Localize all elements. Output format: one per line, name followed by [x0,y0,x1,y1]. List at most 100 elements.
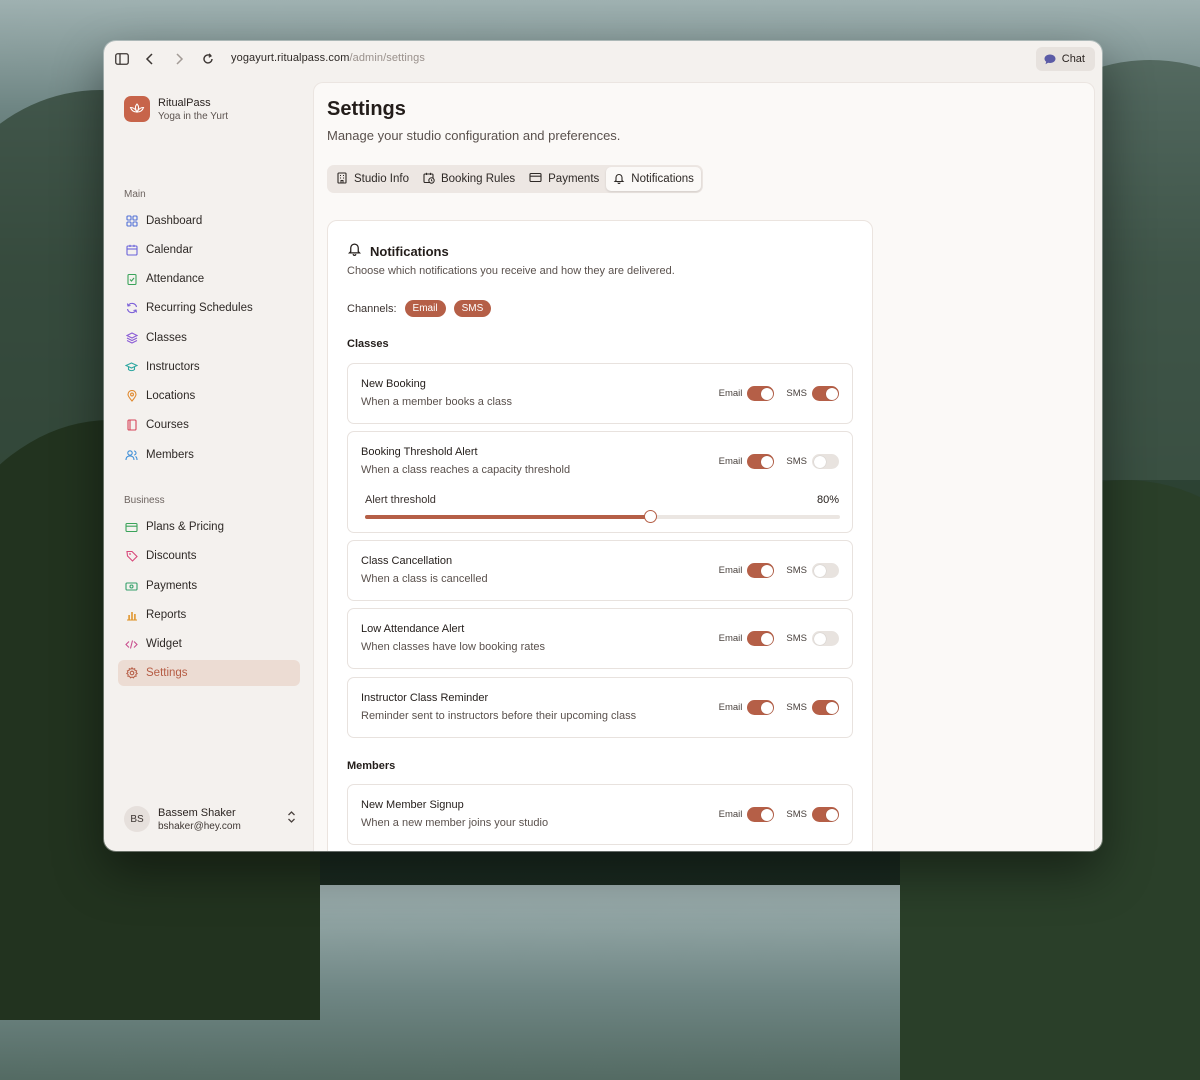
user-menu[interactable]: BS Bassem Shaker bshaker@hey.com [124,804,296,834]
section-label-business: Business [124,495,165,506]
sms-toggle[interactable] [812,563,839,578]
row-description: When a new member joins your studio [361,817,549,829]
sidebar-item-members[interactable]: Members [118,442,300,468]
chat-bubble-icon [1044,54,1056,64]
sidebar-toggle-icon[interactable] [113,50,131,68]
sidebar-item-courses[interactable]: Courses [118,412,300,438]
back-icon[interactable] [141,50,159,68]
notification-row-new-booking: New Booking When a member books a class … [347,363,853,424]
row-title: New Booking [361,378,426,390]
row-title: Booking Threshold Alert [361,446,478,458]
main-content: Settings Manage your studio configuratio… [313,82,1095,851]
tag-icon [125,550,138,563]
row-description: When classes have low booking rates [361,641,546,653]
email-toggle[interactable] [747,807,775,822]
clipboard-check-icon [125,273,138,286]
tab-label: Booking Rules [440,173,516,185]
banknote-icon [125,580,138,593]
channel-badge-sms[interactable]: SMS [453,300,492,317]
sidebar-item-discounts[interactable]: Discounts [118,543,300,569]
bar-chart-icon [125,609,138,622]
slider-thumb[interactable] [644,510,657,523]
row-title: Instructor Class Reminder [361,692,489,704]
card-title: Notifications [370,243,449,259]
tab-payments[interactable]: Payments [522,167,606,191]
users-icon [125,449,138,462]
row-description: When a member books a class [361,396,513,408]
notifications-card: Notifications Choose which notifications… [327,220,873,851]
credit-card-icon [125,521,138,534]
row-description: When a class is cancelled [361,573,488,585]
row-title: Low Attendance Alert [361,623,465,635]
email-label: Email [718,388,743,399]
brand[interactable]: RitualPass Yoga in the Yurt [124,96,228,122]
sidebar-item-instructors[interactable]: Instructors [118,354,300,380]
address-bar[interactable]: yogayurt.ritualpass.com/admin/settings [231,52,425,64]
gear-icon [125,667,138,680]
sms-label: SMS [786,388,807,399]
calendar-clock-icon [423,172,435,187]
tab-notifications[interactable]: Notifications [606,167,701,191]
sms-toggle[interactable] [812,386,839,401]
sidebar-item-reports[interactable]: Reports [118,602,300,628]
sidebar-item-label: Instructors [146,361,200,373]
sidebar-item-recurring-schedules[interactable]: Recurring Schedules [118,295,300,321]
sidebar-item-dashboard[interactable]: Dashboard [118,208,300,234]
chat-button[interactable]: Chat [1035,47,1095,71]
map-pin-icon [125,390,138,403]
email-label: Email [718,809,743,820]
sidebar-item-settings[interactable]: Settings [118,660,300,686]
email-toggle[interactable] [747,563,775,578]
bell-icon [613,172,625,187]
sidebar-item-attendance[interactable]: Attendance [118,266,300,292]
forward-icon[interactable] [170,50,188,68]
tab-booking-rules[interactable]: Booking Rules [416,167,522,191]
sidebar-item-label: Attendance [146,273,205,285]
sms-label: SMS [786,633,807,644]
graduation-cap-icon [125,361,138,374]
sidebar-item-classes[interactable]: Classes [118,325,300,351]
threshold-value: 80% [816,494,839,506]
sidebar-item-plans-pricing[interactable]: Plans & Pricing [118,514,300,540]
user-name: Bassem Shaker [158,806,236,819]
credit-card-icon [529,172,542,186]
tab-studio-info[interactable]: Studio Info [329,167,416,191]
email-toggle[interactable] [747,386,775,401]
browser-window: yogayurt.ritualpass.com/admin/settings C… [104,41,1102,851]
card-description: Choose which notifications you receive a… [347,265,675,277]
sidebar-item-calendar[interactable]: Calendar [118,237,300,263]
sidebar-item-label: Calendar [146,244,193,256]
email-toggle[interactable] [747,454,775,469]
sidebar-item-payments[interactable]: Payments [118,573,300,599]
threshold-slider[interactable] [365,510,840,523]
email-toggle[interactable] [747,631,775,646]
sidebar-item-locations[interactable]: Locations [118,383,300,409]
tab-label: Notifications [631,173,694,185]
sms-label: SMS [786,456,807,467]
group-label-members: Members [347,760,396,772]
sms-toggle[interactable] [812,807,839,822]
sms-toggle[interactable] [812,700,839,715]
notification-row-instructor-reminder: Instructor Class Reminder Reminder sent … [347,677,853,738]
sidebar-item-label: Members [146,449,194,461]
email-label: Email [718,456,743,467]
building-icon [336,171,348,187]
sms-toggle[interactable] [812,454,839,469]
reload-icon[interactable] [199,50,217,68]
sidebar-item-label: Recurring Schedules [146,302,253,314]
sidebar-item-widget[interactable]: Widget [118,631,300,657]
sidebar-item-label: Widget [146,638,182,650]
brand-subtitle: Yoga in the Yurt [158,110,229,122]
page-subtitle: Manage your studio configuration and pre… [327,128,621,143]
channel-badge-email[interactable]: Email [404,300,446,317]
email-toggle[interactable] [747,700,775,715]
page-title: Settings [327,98,406,120]
layers-icon [125,332,138,345]
sms-toggle[interactable] [812,631,839,646]
email-label: Email [718,702,743,713]
channels-label: Channels: [347,302,397,315]
lotus-logo-icon [124,96,150,122]
notification-row-new-member-signup: New Member Signup When a new member join… [347,784,853,845]
group-label-classes: Classes [347,338,389,350]
sms-label: SMS [786,702,807,713]
